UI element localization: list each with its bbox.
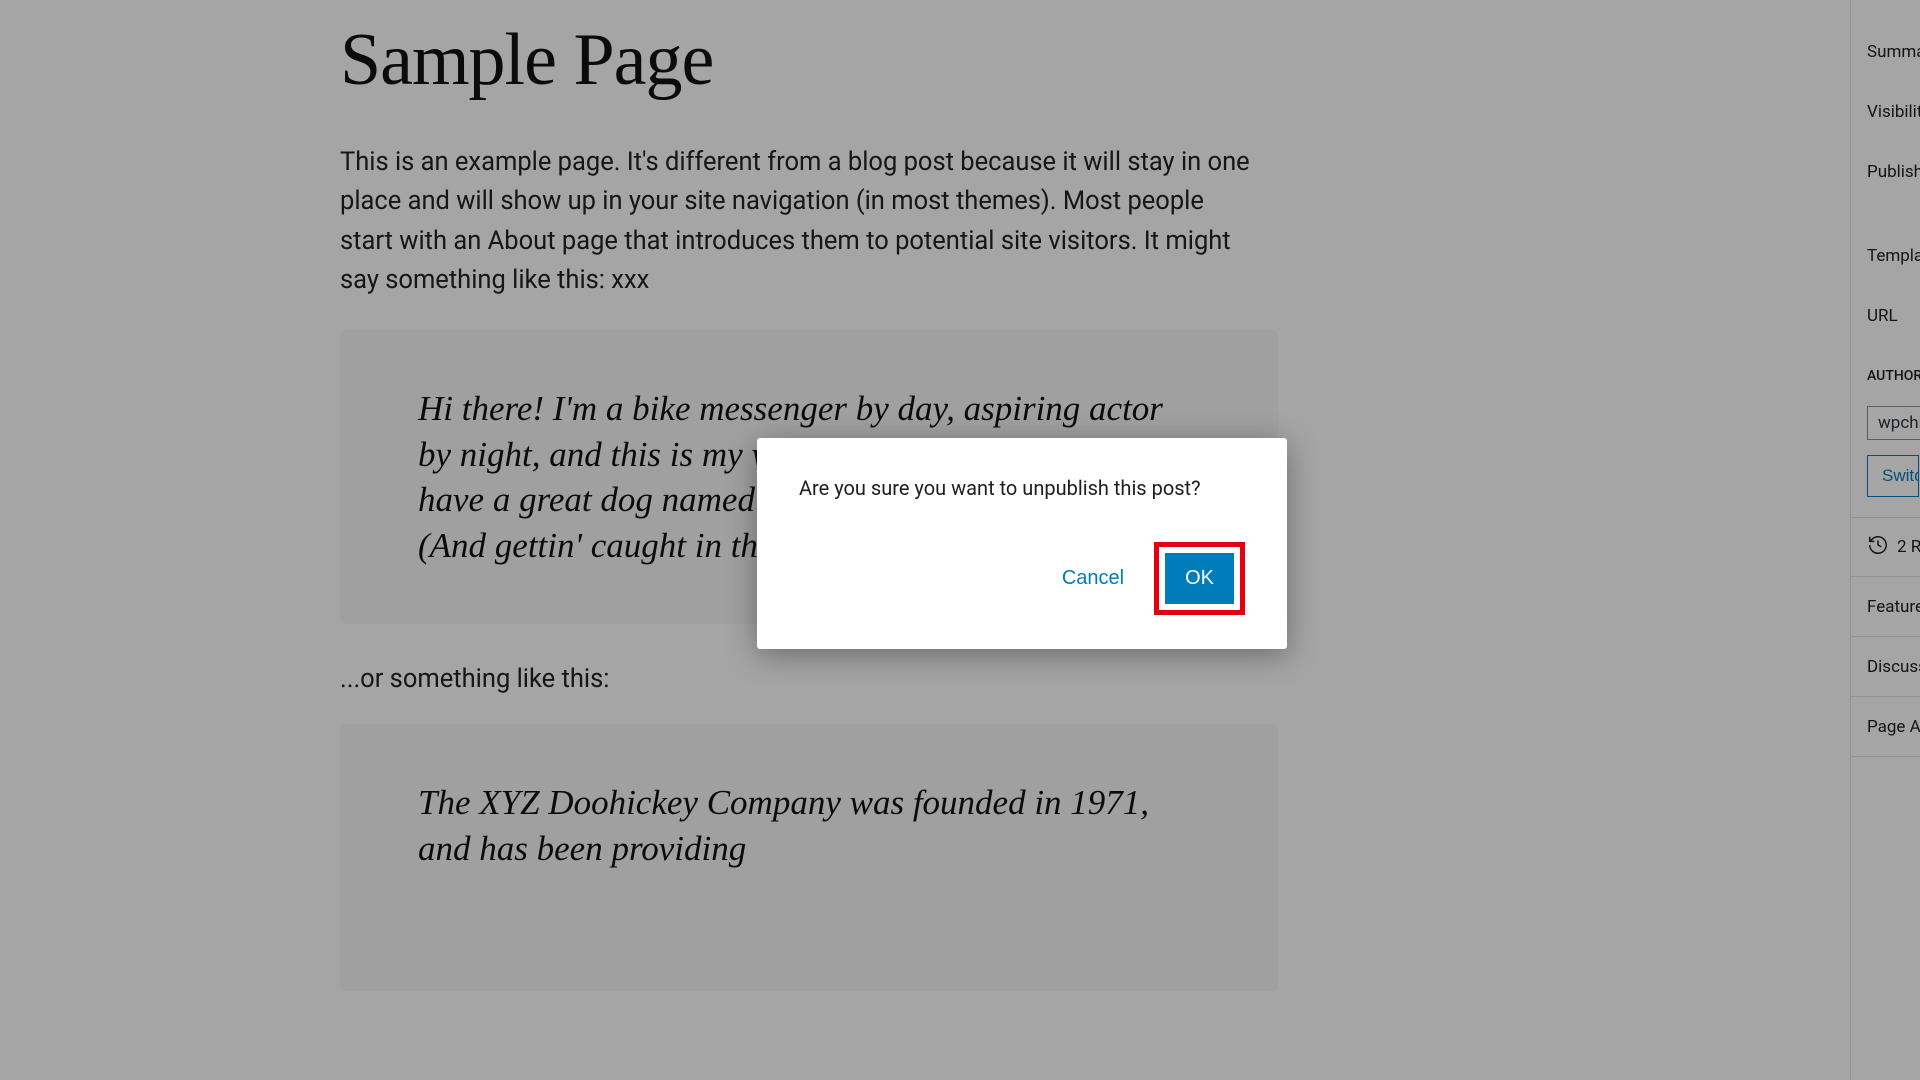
dialog-actions: Cancel OK: [799, 542, 1245, 615]
dialog-message: Are you sure you want to unpublish this …: [799, 476, 1245, 500]
cancel-button[interactable]: Cancel: [1062, 567, 1124, 590]
ok-button-highlight: OK: [1154, 542, 1245, 615]
confirm-dialog: Are you sure you want to unpublish this …: [757, 438, 1287, 649]
ok-button[interactable]: OK: [1165, 553, 1234, 604]
